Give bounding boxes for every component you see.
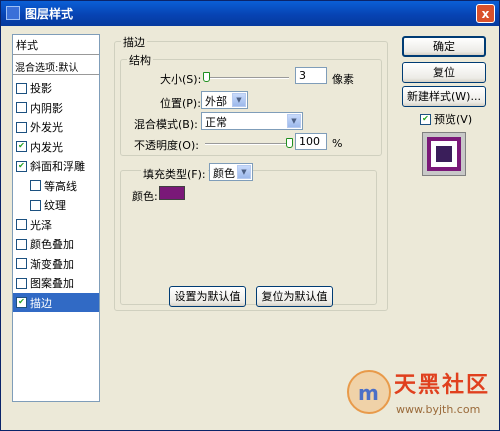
reset-button[interactable]: 复位 bbox=[402, 62, 486, 83]
checked-checkbox-icon[interactable]: ✔ bbox=[16, 297, 27, 308]
checkbox-icon[interactable] bbox=[16, 238, 27, 250]
structure-group-title: 结构 bbox=[127, 52, 153, 68]
preview-label: 预览(V) bbox=[434, 113, 473, 126]
blend-mode-select-value: 正常 bbox=[205, 116, 227, 129]
style-list-item-label: 颜色叠加 bbox=[30, 238, 74, 251]
size-slider-thumb[interactable] bbox=[203, 72, 210, 82]
style-list-item-label: 渐变叠加 bbox=[30, 257, 74, 271]
size-label: 大小(S): bbox=[160, 73, 202, 86]
style-list-item-label: 外发光 bbox=[30, 121, 63, 134]
checkbox-icon[interactable] bbox=[16, 102, 27, 113]
style-list-item[interactable]: 光泽 bbox=[13, 215, 99, 234]
fill-type-select[interactable]: 颜色 ▼ bbox=[209, 163, 253, 181]
position-label: 位置(P): bbox=[160, 97, 201, 110]
style-list-item[interactable]: 纹理 bbox=[13, 195, 99, 214]
watermark-url: www.byjth.com bbox=[396, 403, 481, 416]
blend-mode-select[interactable]: 正常 ▼ bbox=[201, 112, 303, 130]
style-list-item-label: 内阴影 bbox=[30, 101, 63, 115]
checkbox-icon[interactable] bbox=[16, 121, 27, 133]
checkbox-icon[interactable] bbox=[30, 180, 41, 191]
style-list-item[interactable]: 颜色叠加 bbox=[13, 234, 99, 253]
checked-checkbox-icon[interactable]: ✔ bbox=[16, 160, 27, 172]
style-list-item[interactable]: 投影 bbox=[13, 78, 99, 97]
style-list-item-label: 内发光 bbox=[30, 140, 63, 154]
fill-type-select-value: 颜色 bbox=[213, 167, 235, 180]
opacity-label: 不透明度(O): bbox=[134, 139, 199, 152]
position-select-value: 外部 bbox=[205, 95, 227, 108]
size-input[interactable]: 3 bbox=[295, 67, 327, 84]
site-watermark: m 天黑社区 www.byjth.com bbox=[342, 363, 488, 425]
preview-checkbox[interactable]: ✔ 预览(V) bbox=[420, 111, 472, 127]
blend-options-item[interactable]: 混合选项:默认 bbox=[13, 57, 99, 75]
color-label: 颜色: bbox=[132, 190, 158, 203]
position-select[interactable]: 外部 ▼ bbox=[201, 91, 248, 109]
style-list-item[interactable]: 渐变叠加 bbox=[13, 254, 99, 273]
new-style-button[interactable]: 新建样式(W)... bbox=[402, 86, 486, 107]
style-list-item[interactable]: ✔ 内发光 bbox=[13, 137, 99, 156]
checkbox-icon[interactable] bbox=[16, 277, 27, 289]
fill-type-label: 填充类型(F): bbox=[141, 166, 208, 182]
window-title: 图层样式 bbox=[25, 7, 74, 21]
style-list-item-label: 描边 bbox=[30, 296, 52, 310]
preview-check-icon: ✔ bbox=[420, 113, 431, 125]
color-swatch[interactable] bbox=[159, 186, 185, 200]
size-unit: 像素 bbox=[332, 73, 354, 86]
chevron-down-icon: ▼ bbox=[287, 114, 301, 128]
ok-button[interactable]: 确定 bbox=[402, 36, 486, 57]
checkbox-icon[interactable] bbox=[30, 199, 41, 211]
watermark-logo: m bbox=[347, 370, 391, 414]
opacity-slider-thumb[interactable] bbox=[286, 138, 293, 148]
checked-checkbox-icon[interactable]: ✔ bbox=[16, 141, 27, 152]
style-list-item-label: 等高线 bbox=[44, 179, 77, 193]
chevron-down-icon: ▼ bbox=[237, 165, 251, 179]
style-list-item-label: 斜面和浮雕 bbox=[30, 160, 85, 173]
stroke-group-title: 描边 bbox=[121, 34, 147, 50]
style-list-item[interactable]: 图案叠加 bbox=[13, 273, 99, 292]
checkbox-icon[interactable] bbox=[16, 82, 27, 94]
styles-list: 样式 混合选项:默认 投影 内阴影 外发光 ✔ 内发光 ✔ 斜面和浮雕 等高线 纹理 光泽 颜色叠加… bbox=[12, 34, 100, 402]
style-list-item-label: 纹理 bbox=[44, 199, 66, 212]
opacity-slider-track[interactable] bbox=[205, 143, 289, 145]
set-default-button[interactable]: 设置为默认值 bbox=[169, 286, 246, 307]
close-button[interactable]: x bbox=[476, 4, 495, 23]
style-list-item[interactable]: ✔ 描边 bbox=[13, 292, 99, 312]
style-list-item[interactable]: 等高线 bbox=[13, 176, 99, 195]
styles-header[interactable]: 样式 bbox=[13, 35, 99, 55]
app-icon bbox=[6, 6, 20, 20]
style-list-item-label: 光泽 bbox=[30, 218, 52, 232]
style-list-item[interactable]: 外发光 bbox=[13, 117, 99, 136]
size-slider-track[interactable] bbox=[205, 77, 289, 79]
layer-style-dialog: 图层样式 x 样式 混合选项:默认 投影 内阴影 外发光 ✔ 内发光 ✔ 斜面和浮雕 等高线纹… bbox=[0, 0, 500, 431]
preview-square-icon bbox=[427, 137, 461, 171]
opacity-input[interactable]: 100 bbox=[295, 133, 327, 150]
reset-default-button[interactable]: 复位为默认值 bbox=[256, 286, 333, 307]
watermark-text: 天黑社区 bbox=[394, 372, 491, 398]
chevron-down-icon: ▼ bbox=[232, 93, 246, 107]
checkbox-icon[interactable] bbox=[16, 258, 27, 269]
blend-mode-label: 混合模式(B): bbox=[134, 118, 198, 131]
style-preview-thumbnail bbox=[422, 132, 466, 176]
style-list-item[interactable]: ✔ 斜面和浮雕 bbox=[13, 156, 99, 175]
title-bar[interactable]: 图层样式 x bbox=[1, 1, 499, 26]
checkbox-icon[interactable] bbox=[16, 219, 27, 230]
style-list-item-label: 投影 bbox=[30, 82, 52, 95]
style-list-item[interactable]: 内阴影 bbox=[13, 98, 99, 117]
style-list-item-label: 图案叠加 bbox=[30, 277, 74, 290]
opacity-unit: % bbox=[332, 137, 343, 150]
svg-text:m: m bbox=[358, 381, 379, 405]
